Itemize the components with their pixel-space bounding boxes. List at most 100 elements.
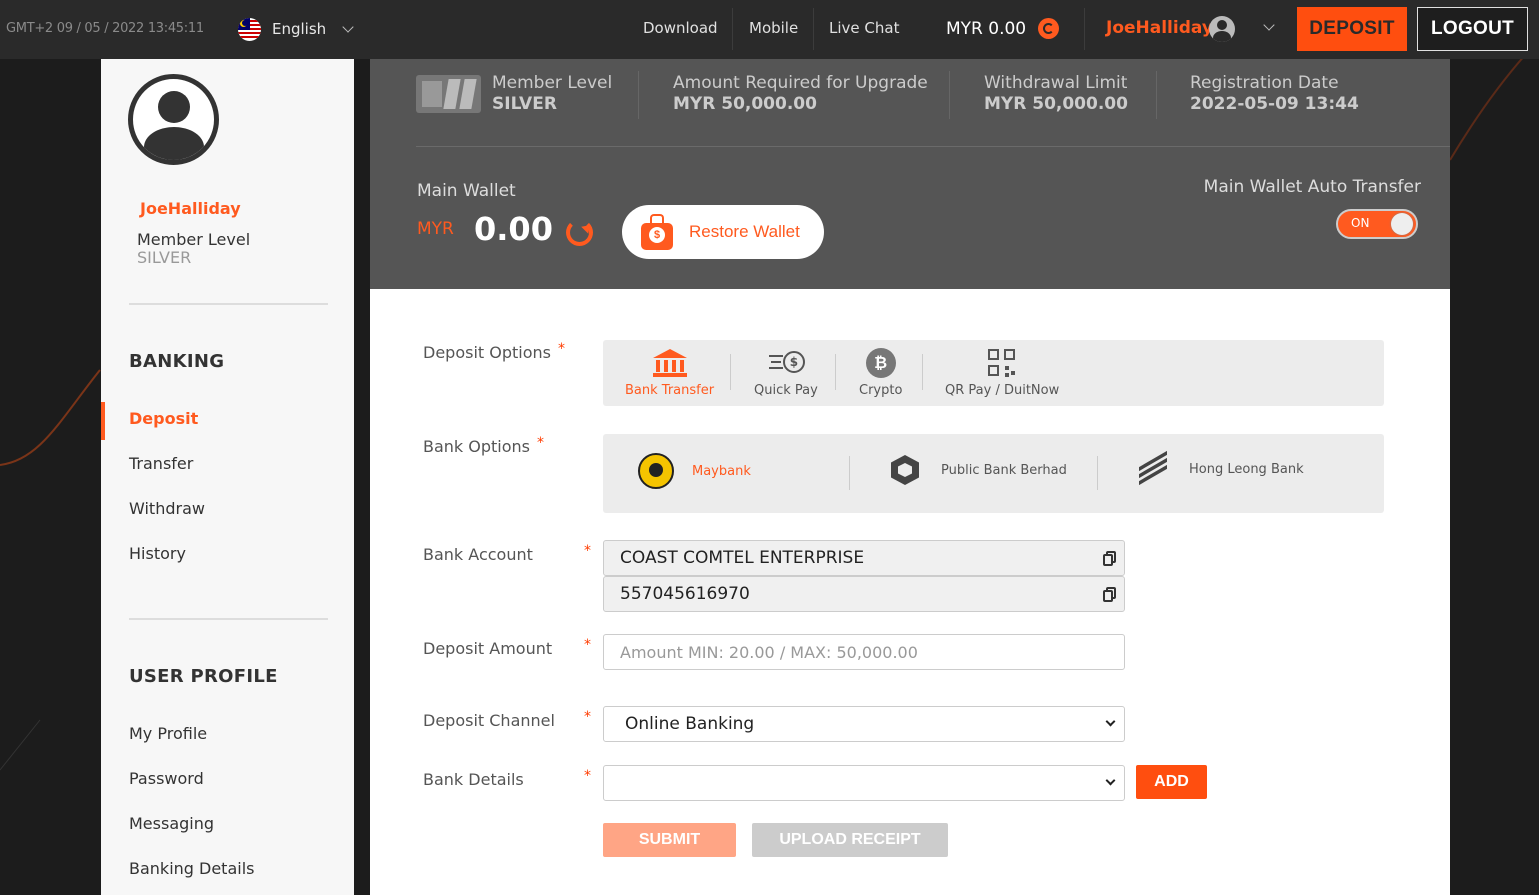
bank-option-public-bank[interactable]: Public Bank Berhad — [891, 453, 1067, 487]
money-bag-icon: $ — [639, 214, 675, 250]
deposit-button[interactable]: DEPOSIT — [1297, 7, 1407, 51]
chevron-down-icon[interactable] — [1263, 19, 1275, 31]
divider — [849, 456, 850, 490]
deposit-options-group: Bank Transfer $ Quick Pay ₿ Crypto QR Pa… — [603, 340, 1384, 406]
live-chat-link[interactable]: Live Chat — [829, 19, 899, 37]
selected-value: Online Banking — [625, 714, 755, 734]
chevron-down-icon — [1105, 775, 1116, 786]
chevron-down-icon — [1105, 716, 1116, 727]
sidebar-item-history[interactable]: History — [129, 544, 186, 563]
member-level-logo — [416, 75, 481, 113]
user-icon[interactable] — [1209, 16, 1235, 42]
option-label: Maybank — [692, 463, 751, 479]
account-summary: Member Level SILVER Amount Required for … — [370, 59, 1450, 289]
deposit-form: Deposit Options * Bank Transfer $ Quick … — [370, 289, 1450, 895]
active-indicator — [101, 402, 105, 440]
username-link[interactable]: JoeHalliday — [1106, 18, 1213, 38]
bank-details-select[interactable] — [603, 765, 1125, 801]
bank-option-maybank[interactable]: Maybank — [638, 453, 751, 489]
divider — [1084, 8, 1085, 50]
mobile-link[interactable]: Mobile — [749, 19, 798, 37]
withdrawal-limit-info: Withdrawal Limit MYR 50,000.00 — [984, 73, 1128, 114]
divider — [732, 8, 733, 50]
hong-leong-logo-icon — [1137, 450, 1169, 486]
deposit-option-crypto[interactable]: ₿ Crypto — [859, 345, 902, 398]
bank-options-group: Maybank Public Bank Berhad Hong Leong Ba… — [603, 434, 1384, 513]
divider — [129, 618, 328, 620]
deposit-channel-select[interactable]: Online Banking — [603, 706, 1125, 742]
divider — [1097, 456, 1098, 490]
option-label: Quick Pay — [754, 383, 818, 398]
required-mark: * — [584, 709, 591, 725]
restore-wallet-button[interactable]: $ Restore Wallet — [622, 205, 824, 259]
auto-transfer-label: Main Wallet Auto Transfer — [1203, 177, 1421, 197]
banking-heading: BANKING — [129, 351, 225, 372]
add-bank-button[interactable]: ADD — [1136, 765, 1207, 799]
toggle-knob — [1391, 213, 1413, 235]
divider — [638, 71, 639, 119]
bank-account-name: COAST COMTEL ENTERPRISE — [620, 548, 865, 568]
public-bank-logo-icon — [891, 453, 919, 487]
toggle-label: ON — [1351, 216, 1370, 230]
copy-icon[interactable] — [1103, 551, 1117, 567]
sidebar-item-messaging[interactable]: Messaging — [129, 814, 214, 833]
bank-option-hong-leong[interactable]: Hong Leong Bank — [1137, 450, 1304, 486]
divider — [1156, 71, 1157, 119]
bank-details-label: Bank Details — [423, 770, 524, 789]
download-link[interactable]: Download — [643, 19, 718, 37]
divider — [730, 354, 731, 390]
deposit-option-bank-transfer[interactable]: Bank Transfer — [625, 345, 714, 398]
deposit-option-qr-pay[interactable]: QR Pay / DuitNow — [945, 345, 1059, 398]
required-mark: * — [537, 435, 544, 451]
refresh-icon[interactable] — [566, 219, 593, 246]
sidebar-item-password[interactable]: Password — [129, 769, 204, 788]
datetime-display: GMT+2 09 / 05 / 2022 13:45:11 — [6, 21, 204, 36]
required-mark: * — [584, 543, 591, 559]
divider — [835, 354, 836, 390]
info-label: Member Level — [492, 73, 613, 93]
bank-options-label: Bank Options — [423, 437, 531, 456]
info-label: Registration Date — [1190, 73, 1339, 93]
divider — [813, 8, 814, 50]
copy-icon[interactable] — [1103, 587, 1117, 603]
sidebar-item-transfer[interactable]: Transfer — [129, 454, 193, 473]
sidebar-item-deposit[interactable]: Deposit — [129, 409, 198, 428]
user-profile-heading: USER PROFILE — [129, 666, 278, 687]
info-value: 2022-05-09 13:44 — [1190, 94, 1359, 114]
divider — [129, 303, 328, 305]
balance-display: MYR 0.00 — [946, 18, 1060, 39]
member-level-value: SILVER — [137, 248, 192, 267]
auto-transfer-toggle[interactable]: ON — [1336, 209, 1418, 239]
sidebar-item-withdraw[interactable]: Withdraw — [129, 499, 205, 518]
balance-amount: MYR 0.00 — [946, 18, 1027, 39]
required-mark: * — [584, 768, 591, 784]
divider — [922, 354, 923, 390]
language-selector[interactable]: English — [238, 16, 354, 42]
bank-account-name-field: COAST COMTEL ENTERPRISE — [603, 540, 1125, 576]
bank-account-number-field: 557045616970 — [603, 576, 1125, 612]
bitcoin-icon: ₿ — [865, 348, 896, 378]
deposit-option-quick-pay[interactable]: $ Quick Pay — [754, 345, 818, 398]
deposit-amount-input[interactable] — [603, 634, 1125, 670]
upload-receipt-button[interactable]: UPLOAD RECEIPT — [752, 823, 948, 857]
info-label: Withdrawal Limit — [984, 73, 1128, 93]
bank-account-number: 557045616970 — [620, 584, 750, 604]
option-label: Crypto — [859, 383, 903, 398]
refresh-icon[interactable] — [1038, 18, 1060, 39]
logout-button[interactable]: LOGOUT — [1417, 7, 1528, 51]
member-level-label: Member Level — [137, 230, 251, 249]
top-bar: GMT+2 09 / 05 / 2022 13:45:11 English Do… — [0, 0, 1539, 59]
bank-account-label: Bank Account — [423, 545, 533, 564]
required-mark: * — [584, 637, 591, 653]
registration-date-info: Registration Date 2022-05-09 13:44 — [1190, 73, 1359, 114]
submit-button[interactable]: SUBMIT — [603, 823, 736, 857]
sidebar-item-banking-details[interactable]: Banking Details — [129, 859, 254, 878]
deposit-options-label: Deposit Options — [423, 343, 551, 362]
deposit-amount-label: Deposit Amount — [423, 639, 553, 658]
sidebar-item-my-profile[interactable]: My Profile — [129, 724, 207, 743]
required-mark: * — [558, 341, 565, 357]
wallet-amount: 0.00 — [474, 210, 553, 248]
chevron-down-icon — [342, 21, 354, 33]
info-label: Amount Required for Upgrade — [673, 73, 928, 93]
restore-wallet-label: Restore Wallet — [689, 222, 800, 241]
